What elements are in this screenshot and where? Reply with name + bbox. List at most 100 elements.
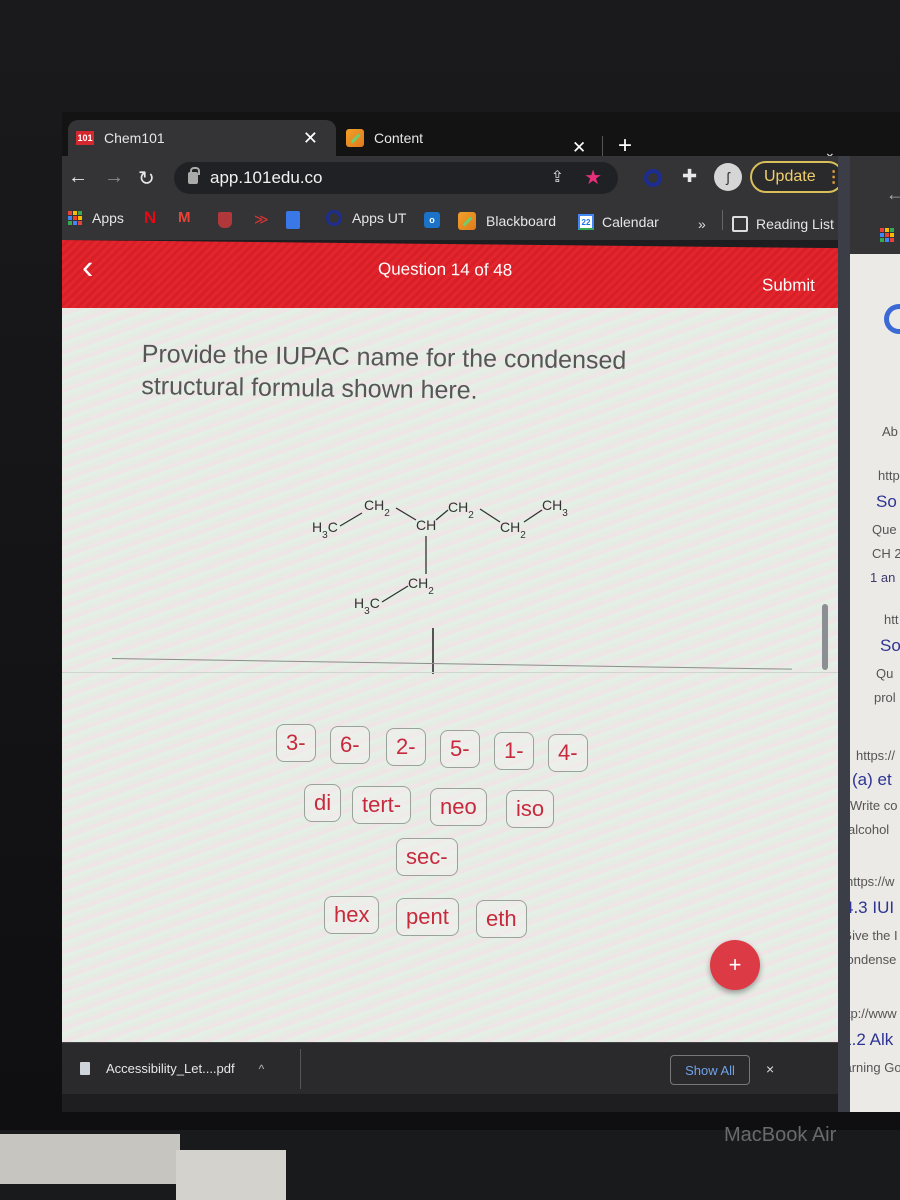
tile-root[interactable]: eth [476, 900, 527, 938]
arrow-icon[interactable]: ≫ [254, 211, 269, 228]
side-text: condense [850, 952, 897, 967]
close-tab-icon[interactable]: ✕ [572, 138, 586, 158]
desk-surface [176, 1150, 286, 1200]
tile-prefix[interactable]: tert- [352, 786, 412, 824]
side-text: prol [874, 690, 896, 705]
tile-locant[interactable]: 2- [386, 728, 426, 766]
outlook-icon[interactable]: o [424, 212, 440, 228]
background-browser-window: ← Ab http So Que CH 2 1 an htt So Qu pro… [850, 156, 900, 1112]
bookmark-apps-ut[interactable]: Apps UT [326, 210, 406, 226]
tab-divider [602, 136, 603, 158]
bookmark-apps[interactable]: Apps [68, 210, 124, 226]
tab-label: Chem101 [104, 130, 165, 146]
back-arrow-icon[interactable]: ← [68, 166, 88, 189]
side-text: Give the I [850, 928, 898, 943]
tile-root[interactable]: hex [324, 896, 380, 934]
question-counter: Question 14 of 48 [378, 259, 513, 280]
share-icon[interactable]: ⇪ [551, 167, 564, 187]
extension-ring-icon[interactable] [644, 169, 662, 187]
extensions-puzzle-icon[interactable]: ✚ [682, 166, 697, 187]
apps-grid-icon[interactable] [880, 228, 894, 242]
download-filename: Accessibility_Let....pdf [106, 1061, 235, 1076]
bookmark-blackboard[interactable]: Blackboard [458, 212, 556, 230]
side-text: CH 2 [872, 546, 900, 561]
side-result-title[interactable]: 4.3 IUI [850, 898, 894, 918]
bookmark-label: Calendar [602, 214, 659, 230]
shield-icon[interactable] [218, 212, 232, 228]
side-text: alcohol [850, 822, 890, 837]
window-divider [838, 156, 850, 1112]
bookmark-calendar[interactable]: 22 Calendar [578, 214, 659, 230]
side-result-title[interactable]: So [880, 636, 900, 656]
update-button[interactable]: Update ⋮ [750, 161, 844, 193]
side-text: Write co [850, 798, 898, 813]
tab-strip: 101 Chem101 ✕ Content ✕ + ⌄ [62, 112, 900, 160]
tile-root[interactable]: pent [396, 898, 459, 936]
gmail-icon[interactable]: M [178, 209, 191, 226]
show-all-button[interactable]: Show All [670, 1055, 750, 1085]
back-arrow-icon[interactable]: ← [886, 184, 900, 205]
close-tab-icon[interactable]: ✕ [303, 128, 318, 149]
side-result-title[interactable]: (a) et [852, 770, 892, 790]
tile-locant[interactable]: 1- [494, 732, 534, 770]
tile-locant[interactable]: 4- [548, 734, 588, 772]
desk-surface [0, 1134, 180, 1184]
bookmarks-overflow-icon[interactable]: » [698, 216, 706, 232]
side-text: Qu [876, 666, 894, 681]
forward-arrow-icon[interactable]: → [104, 166, 124, 189]
tile-prefix[interactable]: neo [430, 788, 487, 826]
side-url: https://w [850, 874, 895, 889]
tile-prefix[interactable]: di [304, 784, 342, 822]
close-icon[interactable]: × [766, 1061, 774, 1077]
apps-grid-icon [68, 211, 82, 225]
update-label: Update [764, 168, 816, 185]
tile-locant[interactable]: 3- [276, 724, 316, 762]
side-result-title[interactable]: So [876, 492, 897, 512]
add-button[interactable]: + [710, 940, 760, 990]
url-text: app.101edu.co [210, 168, 323, 187]
tile-prefix[interactable]: iso [506, 790, 555, 828]
file-icon [80, 1062, 90, 1075]
docs-icon[interactable] [286, 211, 300, 229]
question-header: ‹ Question 14 of 48 Submit [62, 240, 838, 317]
tab-chem101[interactable]: 101 Chem101 ✕ [68, 120, 336, 156]
bookmark-label: Apps UT [352, 210, 407, 226]
divider [300, 1049, 301, 1089]
tile-bank: 3- 6- 2- 5- 1- 4- di tert- neo iso sec- … [62, 308, 838, 1042]
chevron-left-icon[interactable]: ‹ [82, 248, 93, 287]
calendar-icon: 22 [578, 214, 594, 230]
side-url: http://www [850, 1006, 897, 1021]
side-toolbar: ← [850, 156, 900, 254]
reading-list-label: Reading List [756, 216, 834, 232]
side-result-title[interactable]: 11.2 Alk [850, 1030, 893, 1050]
side-url: htt [884, 612, 899, 627]
bookmark-label: Apps [92, 210, 124, 226]
side-link[interactable]: 1 an [870, 570, 895, 585]
browser-window: 101 Chem101 ✕ Content ✕ + ⌄ ← → ↻ app.10… [62, 112, 900, 1112]
tab-content[interactable]: Content [342, 120, 642, 156]
side-url: https:// [856, 748, 896, 763]
101-logo-icon: 101 [76, 131, 94, 145]
side-text: Ab [882, 424, 898, 439]
chevron-up-icon[interactable]: ^ [259, 1062, 265, 1076]
pencil-icon [458, 212, 476, 230]
side-text: Que [872, 522, 897, 537]
bookmark-star-icon[interactable]: ★ [584, 165, 602, 190]
profile-avatar[interactable]: ʃ [714, 163, 742, 191]
reading-list-button[interactable]: Reading List [732, 216, 834, 232]
reload-icon[interactable]: ↻ [138, 166, 155, 191]
tile-locant[interactable]: 6- [330, 726, 370, 764]
reading-list-icon [732, 216, 748, 232]
pencil-icon [346, 129, 364, 147]
netflix-icon[interactable]: N [144, 208, 156, 228]
google-logo-icon [884, 304, 900, 334]
scrollbar-thumb[interactable] [822, 604, 828, 670]
address-bar[interactable]: app.101edu.co ⇪ ★ [174, 162, 618, 194]
tile-prefix[interactable]: sec- [396, 838, 458, 876]
bookmark-label: Blackboard [486, 213, 557, 229]
lock-icon [188, 167, 200, 184]
tile-locant[interactable]: 5- [440, 730, 480, 768]
downloads-bar: Accessibility_Let....pdf ^ Show All × [62, 1042, 838, 1094]
download-item[interactable]: Accessibility_Let....pdf ^ [80, 1061, 264, 1076]
submit-button[interactable]: Submit [762, 275, 815, 296]
